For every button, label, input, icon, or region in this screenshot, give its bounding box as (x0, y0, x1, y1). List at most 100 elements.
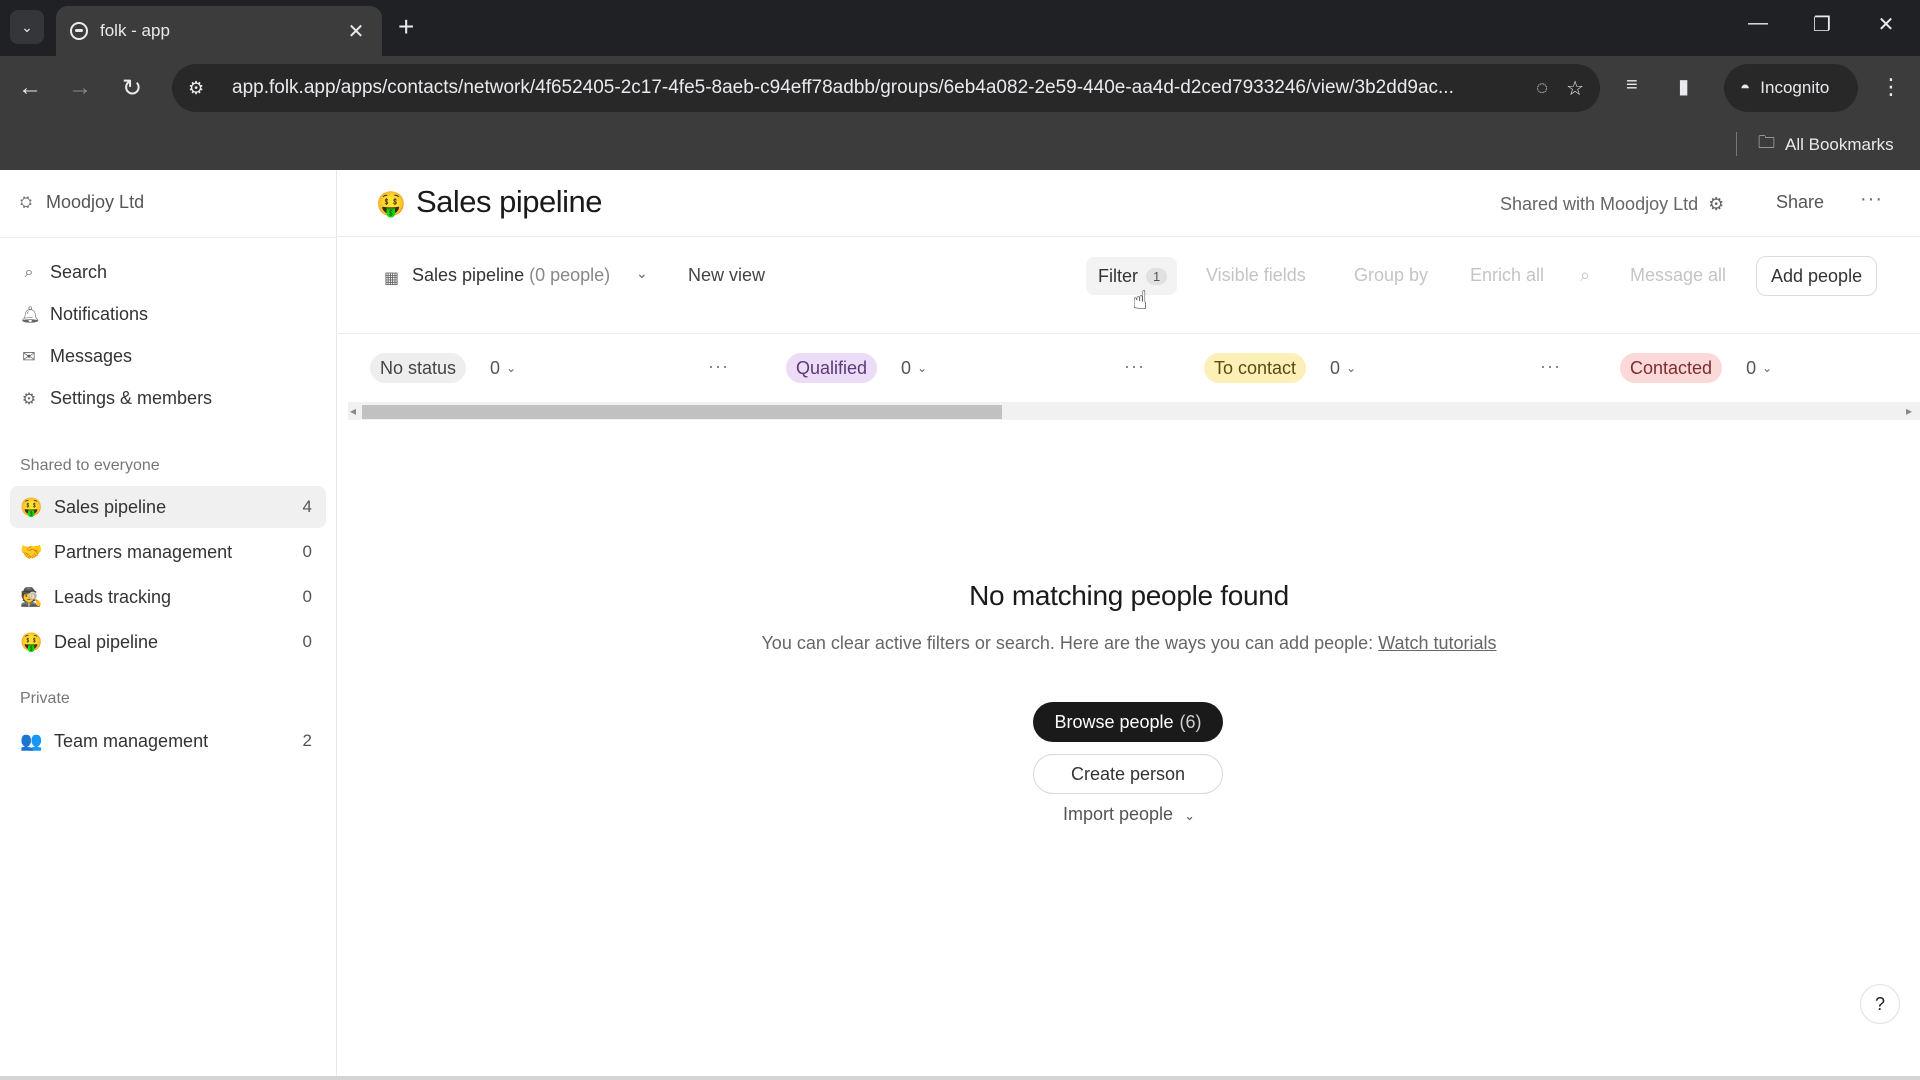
board-view-icon: ▦ (384, 270, 400, 287)
sidebar-group-leads-tracking[interactable]: 🕵 Leads tracking 0 (10, 576, 326, 618)
url-text[interactable]: app.folk.app/apps/contacts/network/4f652… (232, 77, 1518, 99)
page-title[interactable]: Sales pipeline (416, 184, 603, 220)
empty-state-title: No matching people found (969, 580, 1289, 611)
browser-chrome: ⌄ folk - app ✕ + — ❐ ✕ ← → ↻ ⚙ app.folk.… (0, 0, 1920, 170)
add-people-button[interactable]: Add people (1756, 256, 1878, 296)
column-more-icon[interactable]: ··· (708, 356, 729, 377)
side-panel-icon[interactable]: ▮ (1678, 74, 1689, 99)
incognito-icon: ◓ (1740, 78, 1751, 97)
people-icon: 👥 (20, 730, 43, 751)
empty-desc-text: You can clear active filters or search. … (761, 633, 1374, 653)
sidebar-group-sales-pipeline[interactable]: 🤑 Sales pipeline 4 (10, 486, 326, 528)
mail-icon: ✉ (22, 348, 36, 366)
chevron-down-icon[interactable]: ⌄ (1346, 361, 1356, 375)
nav-settings[interactable]: ⚙ Settings & members (20, 388, 212, 409)
browser-tab[interactable]: folk - app ✕ (56, 6, 382, 56)
reload-icon[interactable]: ↻ (114, 70, 150, 106)
handshake-icon: 🤝 (20, 541, 43, 562)
shared-with-indicator[interactable]: Shared with Moodjoy Ltd ⚙ (1500, 194, 1724, 215)
share-button[interactable]: Share (1776, 192, 1824, 213)
address-bar[interactable]: ⚙ app.folk.app/apps/contacts/network/4f6… (172, 64, 1600, 112)
status-pill: Contacted (1620, 353, 1723, 383)
import-people-button[interactable]: Import people ⌄ (338, 804, 1920, 825)
chevron-down-icon[interactable]: ⌄ (636, 265, 648, 282)
folk-app: ⛭ Moodjoy Ltd ⌕ Search 🔔︎ Notifications … (0, 170, 1920, 1080)
group-count: 0 (302, 542, 312, 561)
chevron-down-icon[interactable]: ⌄ (917, 361, 927, 375)
status-pill: To contact (1204, 353, 1307, 383)
view-selector[interactable]: Sales pipeline (0 people) (412, 265, 610, 286)
nav-messages-label: Messages (50, 346, 133, 366)
media-icon[interactable]: ≡ (1626, 74, 1638, 97)
create-person-button[interactable]: Create person (1033, 754, 1223, 794)
incognito-badge[interactable]: ◓ Incognito (1724, 64, 1858, 112)
chevron-down-icon[interactable]: ⌄ (1762, 361, 1772, 375)
views-toolbar: ▦ Sales pipeline (0 people) ⌄ New view F… (338, 237, 1920, 333)
scroll-left-icon[interactable]: ◂ (350, 404, 356, 418)
column-more-icon[interactable]: ··· (1540, 356, 1561, 377)
group-label: Partners management (54, 541, 233, 562)
page-header: 🤑 Sales pipeline Shared with Moodjoy Ltd… (338, 170, 1920, 237)
new-view-button[interactable]: New view (688, 265, 765, 286)
column-header-contacted[interactable]: Contacted 0 ⌄ (1620, 353, 1772, 383)
sidebar-group-team-management[interactable]: 👥 Team management 2 (10, 720, 326, 762)
watch-tutorials-link[interactable]: Watch tutorials (1378, 633, 1496, 653)
nav-notifications[interactable]: 🔔︎ Notifications (20, 304, 148, 325)
sidebar-divider (0, 237, 337, 238)
workspace-switcher[interactable]: ⛭ Moodjoy Ltd (20, 192, 144, 213)
column-header-to-contact[interactable]: To contact 0 ⌄ (1204, 353, 1356, 383)
group-by-button[interactable]: Group by (1354, 265, 1428, 286)
status-pill: No status (370, 353, 467, 383)
help-button[interactable]: ? (1860, 984, 1900, 1024)
nav-messages[interactable]: ✉ Messages (20, 346, 132, 367)
tab-strip: ⌄ folk - app ✕ + — ❐ ✕ (0, 0, 1920, 56)
column-header-no-status[interactable]: No status 0 ⌄ (370, 353, 516, 383)
workspace-icon: ⛭ (20, 194, 33, 211)
horizontal-scrollbar[interactable]: ◂ ▸ (348, 402, 1920, 420)
nav-notifications-label: Notifications (50, 304, 149, 324)
nav-search[interactable]: ⌕ Search (20, 262, 108, 283)
tab-search-button[interactable]: ⌄ (10, 10, 44, 44)
view-count: (0 people) (529, 265, 611, 285)
chevron-down-icon: ⌄ (1184, 808, 1195, 823)
chevron-down-icon[interactable]: ⌄ (506, 361, 516, 375)
search-icon[interactable]: ⌕ (1580, 265, 1590, 286)
more-options-icon[interactable]: ··· (1860, 188, 1883, 211)
enrich-all-button[interactable]: Enrich all (1470, 265, 1544, 286)
new-tab-button[interactable]: + (398, 12, 414, 42)
visible-fields-button[interactable]: Visible fields (1206, 265, 1306, 286)
back-icon[interactable]: ← (12, 70, 48, 106)
incognito-label: Incognito (1760, 78, 1830, 97)
close-window-icon[interactable]: ✕ (1866, 12, 1906, 37)
column-count: 0 (490, 357, 501, 378)
all-bookmarks-button[interactable]: 🗀 All Bookmarks (1758, 130, 1894, 159)
sidebar-group-partners-management[interactable]: 🤝 Partners management 0 (10, 531, 326, 573)
column-more-icon[interactable]: ··· (1124, 356, 1145, 377)
group-label: Leads tracking (54, 586, 172, 607)
sidebar-group-deal-pipeline[interactable]: 🤑 Deal pipeline 0 (10, 621, 326, 663)
close-tab-icon[interactable]: ✕ (344, 19, 368, 44)
minimize-icon[interactable]: — (1738, 12, 1778, 35)
restore-icon[interactable]: ❐ (1802, 12, 1842, 37)
message-all-button[interactable]: Message all (1630, 265, 1726, 286)
pointer-cursor-icon: ☝ (1132, 285, 1148, 315)
scroll-right-icon[interactable]: ▸ (1906, 404, 1912, 418)
money-face-icon: 🤑 (376, 191, 406, 218)
eye-off-icon[interactable]: ◌ (1536, 77, 1548, 100)
browse-count: (6) (1179, 711, 1202, 732)
column-header-qualified[interactable]: Qualified 0 ⌄ (786, 353, 927, 383)
browser-menu-icon[interactable]: ⋮ (1880, 74, 1902, 100)
group-count: 0 (302, 632, 312, 651)
detective-icon: 🕵 (20, 586, 43, 607)
workspace-avatar-icon: ⚙ (1708, 194, 1725, 214)
search-icon: ⌕ (24, 263, 34, 281)
shared-section-label: Shared to everyone (20, 457, 160, 474)
forward-icon[interactable]: → (62, 70, 98, 106)
bookmark-star-icon[interactable]: ☆ (1566, 76, 1584, 101)
site-info-icon[interactable]: ⚙ (188, 78, 218, 99)
browse-people-button[interactable]: Browse people (6) (1033, 702, 1223, 742)
bookmarks-divider (1736, 132, 1737, 156)
scrollbar-thumb[interactable] (362, 405, 1002, 419)
tab-title: folk - app (100, 21, 170, 40)
group-count: 4 (302, 497, 312, 516)
